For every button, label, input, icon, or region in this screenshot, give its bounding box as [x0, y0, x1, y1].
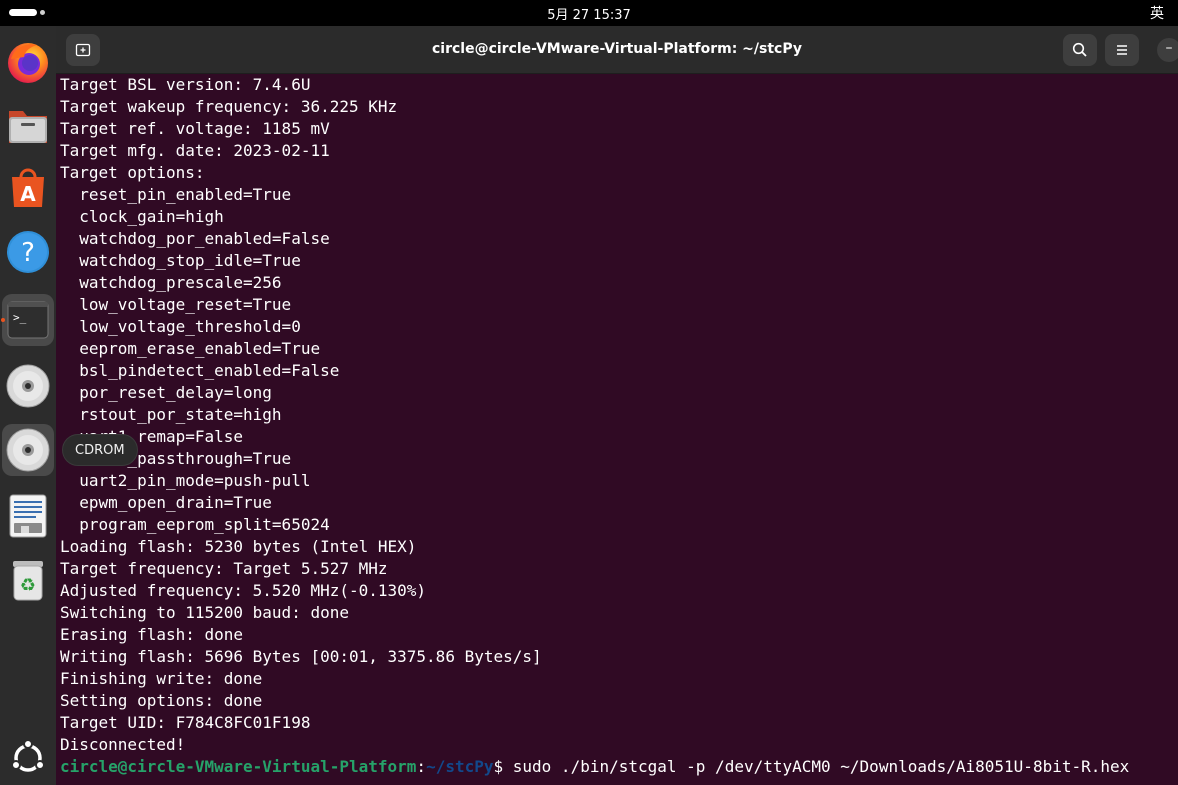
terminal-window: circle@circle-VMware-Virtual-Platform: ~… — [56, 26, 1178, 785]
prompt-line[interactable]: circle@circle-VMware-Virtual-Platform:~/… — [60, 756, 1176, 778]
cdrom-icon — [6, 364, 50, 408]
files-icon — [9, 111, 47, 143]
terminal-line: Target options: — [60, 163, 205, 182]
terminal-line: Setting options: done — [60, 691, 263, 710]
dock-item-files[interactable] — [2, 98, 54, 150]
prompt-symbol: $ — [493, 757, 513, 776]
terminal-line: Target frequency: Target 5.527 MHz — [60, 559, 388, 578]
terminal-line: low_voltage_threshold=0 — [60, 317, 301, 336]
terminal-line: uart1_remap=False — [60, 427, 244, 446]
terminal-icon: >_ — [7, 301, 49, 339]
svg-text:?: ? — [21, 238, 35, 268]
window-titlebar[interactable]: circle@circle-VMware-Virtual-Platform: ~… — [56, 26, 1178, 74]
dock-item-help[interactable]: ? — [2, 226, 54, 278]
minimize-button[interactable]: – — [1157, 38, 1178, 62]
search-icon — [1072, 42, 1087, 57]
trash-icon: ♻ — [13, 561, 43, 601]
svg-text:A: A — [20, 182, 36, 206]
cdrom-icon — [6, 428, 50, 472]
terminal-line: epwm_open_drain=True — [60, 493, 272, 512]
terminal-line: eeprom_erase_enabled=True — [60, 339, 321, 358]
firefox-icon — [8, 43, 48, 83]
dock-item-firefox[interactable] — [2, 36, 54, 88]
terminal-line: watchdog_stop_idle=True — [60, 251, 301, 270]
terminal-line: program_eeprom_split=65024 — [60, 515, 330, 534]
clock[interactable]: 5月 27 15:37 — [0, 4, 1178, 23]
prompt-command: sudo ./bin/stcgal -p /dev/ttyACM0 ~/Down… — [512, 757, 1130, 776]
help-icon: ? — [7, 231, 49, 273]
terminal-output[interactable]: Target BSL version: 7.4.6U Target wakeup … — [60, 74, 1176, 785]
top-bar: 5月 27 15:37 英 — [0, 0, 1178, 26]
hamburger-menu-icon — [1117, 45, 1127, 55]
window-title: circle@circle-VMware-Virtual-Platform: ~… — [431, 41, 802, 57]
terminal-line: uart2_passthrough=True — [60, 449, 292, 468]
terminal-line: clock_gain=high — [60, 207, 224, 226]
terminal-line: Writing flash: 5696 Bytes [00:01, 3375.8… — [60, 647, 542, 666]
terminal-line: Erasing flash: done — [60, 625, 244, 644]
terminal-line: Loading flash: 5230 bytes (Intel HEX) — [60, 537, 417, 556]
terminal-line: uart2_pin_mode=push-pull — [60, 471, 311, 490]
terminal-line: Finishing write: done — [60, 669, 263, 688]
terminal-line: Target wakeup frequency: 36.225 KHz — [60, 97, 398, 116]
terminal-line: Target mfg. date: 2023-02-11 — [60, 141, 330, 160]
dock-item-cdrom-1[interactable] — [2, 360, 54, 412]
terminal-line: por_reset_delay=long — [60, 383, 272, 402]
prompt-user-host: circle@circle-VMware-Virtual-Platform — [60, 757, 417, 776]
dock-item-cdrom-2[interactable] — [2, 424, 54, 476]
svg-text:♻: ♻ — [20, 575, 36, 596]
terminal-line: low_voltage_reset=True — [60, 295, 292, 314]
terminal-line: Target BSL version: 7.4.6U — [60, 75, 311, 94]
search-button[interactable] — [1063, 34, 1097, 66]
terminal-line: Adjusted frequency: 5.520 MHz(-0.130%) — [60, 581, 427, 600]
terminal-line: reset_pin_enabled=True — [60, 185, 292, 204]
ubuntu-apps-icon — [11, 739, 45, 772]
dock-item-app-center[interactable]: A — [2, 162, 54, 214]
terminal-line: Switching to 115200 baud: done — [60, 603, 349, 622]
dock-item-text-editor[interactable] — [2, 490, 54, 542]
dock-item-terminal[interactable]: >_ — [2, 294, 54, 346]
dock-item-show-apps[interactable] — [2, 732, 54, 784]
terminal-line: watchdog_prescale=256 — [60, 273, 282, 292]
terminal-line: Disconnected! — [60, 735, 186, 754]
terminal-line: rstout_por_state=high — [60, 405, 282, 424]
text-editor-icon — [9, 494, 47, 538]
svg-text:>_: >_ — [13, 311, 27, 324]
terminal-line: bsl_pindetect_enabled=False — [60, 361, 340, 380]
terminal-line: Target ref. voltage: 1185 mV — [60, 119, 330, 138]
terminal-line: watchdog_por_enabled=False — [60, 229, 330, 248]
dock: A ? >_ ♻ — [0, 26, 56, 785]
app-center-icon: A — [12, 168, 44, 207]
prompt-colon: : — [416, 757, 427, 776]
menu-button[interactable] — [1105, 34, 1139, 66]
dock-item-trash[interactable]: ♻ — [2, 554, 54, 606]
dock-tooltip: CDROM — [62, 434, 138, 466]
terminal-line: Target UID: F784C8FC01F198 — [60, 713, 311, 732]
input-method-indicator[interactable]: 英 — [1150, 3, 1164, 23]
running-indicator — [1, 318, 5, 322]
prompt-path: ~/stcPy — [426, 757, 494, 776]
